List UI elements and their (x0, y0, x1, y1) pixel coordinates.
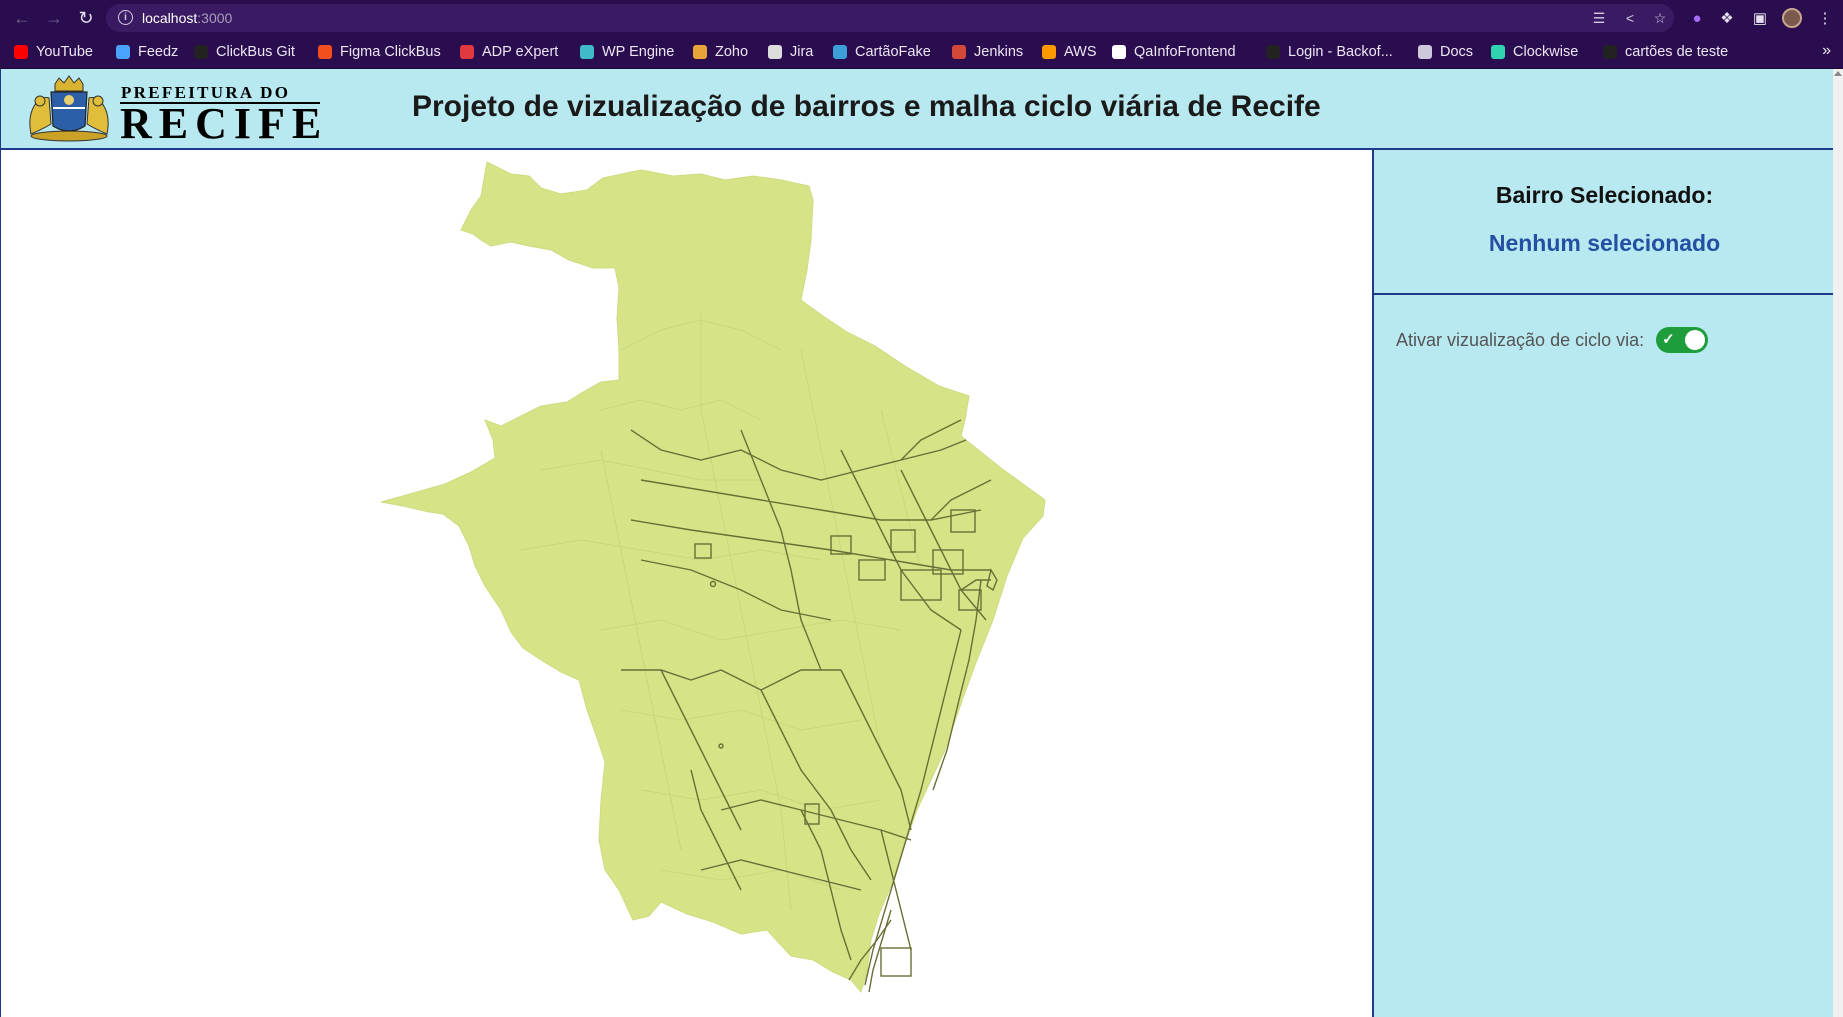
card-icon (833, 45, 847, 59)
bookmark-label: Jira (790, 44, 814, 60)
app-header: PREFEITURA DO RECIFE Projeto de vizualiz… (0, 69, 1833, 150)
bookmark-1[interactable]: Feedz (116, 42, 178, 62)
extension-notification-icon[interactable]: ● (1687, 8, 1707, 28)
feedz-icon (116, 45, 130, 59)
bookmark-0[interactable]: YouTube (14, 42, 93, 62)
aws-icon (1042, 45, 1056, 59)
bookmark-label: cartões de teste (1625, 44, 1729, 60)
youtube-icon (14, 45, 28, 59)
bookmark-label: QaInfoFrontend (1134, 44, 1236, 60)
bookmark-label: Jenkins (974, 44, 1024, 60)
bookmark-8[interactable]: CartãoFake (833, 42, 931, 62)
page-scrollbar[interactable] (1833, 69, 1843, 1017)
globe-icon (768, 45, 782, 59)
bookmark-14[interactable]: Clockwise (1491, 42, 1578, 62)
bookmark-label: Docs (1440, 44, 1474, 60)
bookmarks-bar: » YouTube Feedz ClickBus Git Figma ClickBus… (0, 36, 1843, 69)
extensions-puzzle-icon[interactable]: ❖ (1717, 8, 1737, 28)
reload-icon[interactable]: ↻ (74, 6, 98, 30)
page-title-text: Projeto de vizualização de bairros e mal… (412, 90, 1321, 123)
scroll-up-arrow-icon[interactable] (1834, 71, 1842, 76)
cycle-lane-toggle[interactable]: ✓ (1656, 327, 1709, 353)
cycle-toggle-label: Ativar vizualização de ciclo via: (1396, 329, 1645, 350)
github-icon (194, 45, 208, 59)
bookmark-9[interactable]: Jenkins (952, 42, 1023, 62)
github-icon (1266, 45, 1280, 59)
bookmark-label: WP Engine (602, 44, 675, 60)
figma-icon (318, 45, 332, 59)
logo-main-text: RECIFE (120, 99, 329, 148)
app-page: PREFEITURA DO RECIFE Projeto de vizualiz… (0, 69, 1843, 1017)
wpengine-icon (580, 45, 594, 59)
angular-icon (1112, 45, 1126, 59)
site-info-icon[interactable]: i (118, 10, 133, 25)
folder-icon (1418, 45, 1432, 59)
bookmark-label: ClickBus Git (216, 44, 295, 60)
recife-coat-of-arms-icon (29, 75, 109, 142)
map-container[interactable] (0, 150, 1372, 1017)
check-icon: ✓ (1662, 331, 1675, 348)
cycle-toggle-row: Ativar vizualização de ciclo via: ✓ (1396, 325, 1709, 355)
bookmark-10[interactable]: AWS (1042, 42, 1097, 62)
bookmark-star-icon[interactable]: ☆ (1651, 9, 1669, 27)
github-icon (1603, 45, 1617, 59)
recife-neighborhoods-map[interactable] (1, 150, 1373, 1017)
url-port: :3000 (197, 10, 233, 26)
share-icon[interactable]: < (1621, 9, 1639, 27)
bookmark-label: Login - Backof... (1288, 44, 1393, 60)
bookmark-4[interactable]: ADP eXpert (460, 42, 558, 62)
bookmark-label: ADP eXpert (482, 44, 559, 60)
bookmark-12[interactable]: Login - Backof... (1266, 42, 1393, 62)
browser-menu-icon[interactable]: ⋮ (1815, 8, 1835, 28)
back-icon[interactable]: ← (10, 6, 34, 30)
bookmark-13[interactable]: Docs (1418, 42, 1473, 62)
jenkins-icon (952, 45, 966, 59)
bookmark-label: Figma ClickBus (340, 44, 441, 60)
translate-icon[interactable]: ☰ (1590, 9, 1608, 27)
selected-neighborhood-value: Nenhum selecionado (1488, 230, 1721, 256)
bookmark-label: Clockwise (1513, 44, 1579, 60)
bookmark-label: YouTube (36, 44, 93, 60)
browser-toolbar: ← → ↻ i localhost:3000 ☰ < ☆ ● ❖ ▣ ⋮ (0, 0, 1843, 36)
bookmark-label: Feedz (138, 44, 179, 60)
bookmark-6[interactable]: Zoho (693, 42, 748, 62)
bookmark-5[interactable]: WP Engine (580, 42, 674, 62)
toggle-knob (1685, 330, 1706, 350)
url-text: localhost:3000 (142, 10, 232, 26)
side-panel-icon[interactable]: ▣ (1750, 8, 1770, 28)
address-bar[interactable]: i localhost:3000 ☰ < ☆ (106, 4, 1674, 32)
url-host: localhost (142, 10, 198, 26)
prefeitura-logo: PREFEITURA DO RECIFE (23, 74, 323, 146)
selected-neighborhood-title: Bairro Selecionado: (1495, 182, 1714, 208)
clockwise-icon (1491, 45, 1505, 59)
bookmark-11[interactable]: QaInfoFrontend (1112, 42, 1236, 62)
zoho-icon (693, 45, 707, 59)
forward-icon[interactable]: → (42, 6, 66, 30)
bookmark-label: AWS (1064, 44, 1097, 60)
profile-avatar[interactable] (1782, 8, 1802, 28)
bookmark-7[interactable]: Jira (768, 42, 813, 62)
bookmark-2[interactable]: ClickBus Git (194, 42, 295, 62)
more-bookmarks-icon[interactable]: » (1822, 42, 1831, 60)
adp-icon (460, 45, 474, 59)
selected-neighborhood-box: Bairro Selecionado: Nenhum selecionado (1374, 150, 1835, 295)
bookmark-label: Zoho (715, 44, 749, 60)
bookmark-3[interactable]: Figma ClickBus (318, 42, 441, 62)
bookmark-15[interactable]: cartões de teste (1603, 42, 1728, 62)
bookmark-label: CartãoFake (855, 44, 931, 60)
side-panel: Bairro Selecionado: Nenhum selecionado A… (1372, 150, 1835, 1017)
